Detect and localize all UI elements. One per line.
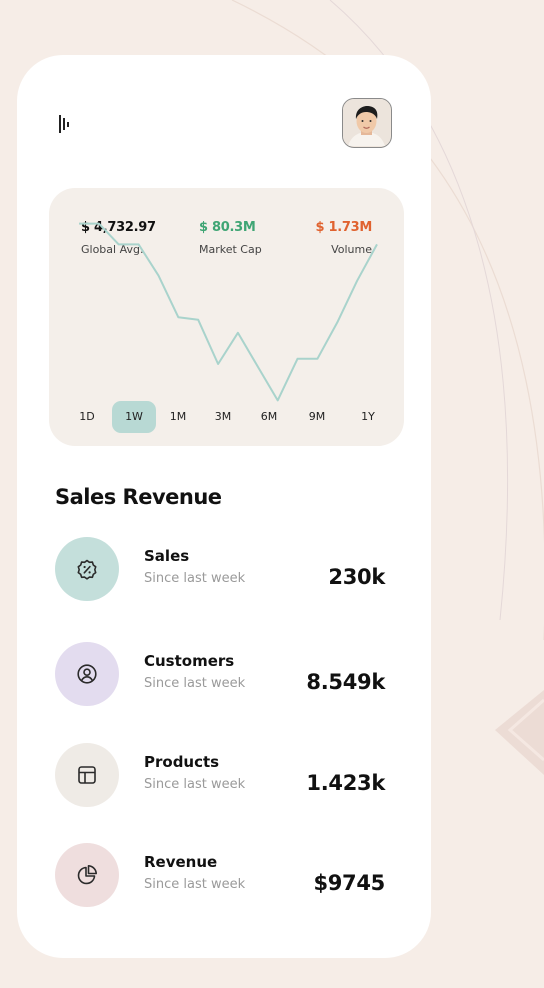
- market-chart-panel: $ 4,732.97 Global Avg. $ 80.3M Market Ca…: [49, 188, 404, 446]
- user-avatar[interactable]: [342, 98, 392, 148]
- market-cap-value: $ 80.3M: [199, 220, 256, 235]
- metric-icon-bubble: [55, 537, 119, 601]
- global-avg-stat: $ 4,732.97 Global Avg.: [81, 220, 156, 256]
- tab-9m[interactable]: 9M: [302, 401, 332, 433]
- discount-badge-icon: [77, 559, 97, 580]
- volume-value: $ 1.73M: [315, 220, 373, 235]
- time-range-tabs: 1D 1W 1M 3M 6M 9M 1Y: [49, 401, 404, 433]
- market-cap-label: Market Cap: [199, 243, 262, 256]
- metric-subtitle: Since last week: [144, 777, 246, 792]
- metric-icon-bubble: [55, 843, 119, 907]
- metric-name: Products: [144, 753, 220, 771]
- metric-value: 1.423k: [306, 771, 385, 795]
- layout-icon: [78, 766, 96, 784]
- metric-row-customers[interactable]: Customers Since last week 8.549k: [55, 642, 385, 708]
- avatar-image: [343, 99, 390, 146]
- tab-1d[interactable]: 1D: [72, 401, 102, 433]
- metric-row-products[interactable]: Products Since last week 1.423k: [55, 743, 385, 809]
- tab-6m[interactable]: 6M: [254, 401, 284, 433]
- menu-bars-icon[interactable]: [57, 113, 73, 135]
- market-cap-stat: $ 80.3M Market Cap: [199, 220, 262, 256]
- metric-name: Customers: [144, 652, 235, 670]
- volume-stat: $ 1.73M Volume: [315, 220, 373, 256]
- user-circle-icon: [77, 664, 97, 684]
- tab-3m[interactable]: 3M: [208, 401, 238, 433]
- metric-icon-bubble: [55, 642, 119, 706]
- metric-row-sales[interactable]: Sales Since last week 230k: [55, 537, 385, 603]
- metric-subtitle: Since last week: [144, 877, 246, 892]
- metric-icon-bubble: [55, 743, 119, 807]
- tab-1y[interactable]: 1Y: [353, 401, 383, 433]
- metric-subtitle: Since last week: [144, 571, 246, 586]
- global-avg-label: Global Avg.: [81, 243, 144, 256]
- metric-subtitle: Since last week: [144, 676, 246, 691]
- phone-card: $ 4,732.97 Global Avg. $ 80.3M Market Ca…: [17, 55, 431, 958]
- global-avg-value: $ 4,732.97: [81, 220, 156, 235]
- tab-1m[interactable]: 1M: [163, 401, 193, 433]
- pie-chart-icon: [77, 865, 97, 885]
- metric-value: 230k: [328, 565, 385, 589]
- tab-1w[interactable]: 1W: [112, 401, 156, 433]
- metric-name: Sales: [144, 547, 190, 565]
- metric-value: $9745: [313, 871, 385, 895]
- section-title: Sales Revenue: [55, 485, 222, 509]
- metric-row-revenue[interactable]: Revenue Since last week $9745: [55, 843, 385, 909]
- volume-label: Volume: [331, 243, 372, 256]
- metric-value: 8.549k: [306, 670, 385, 694]
- metric-name: Revenue: [144, 853, 218, 871]
